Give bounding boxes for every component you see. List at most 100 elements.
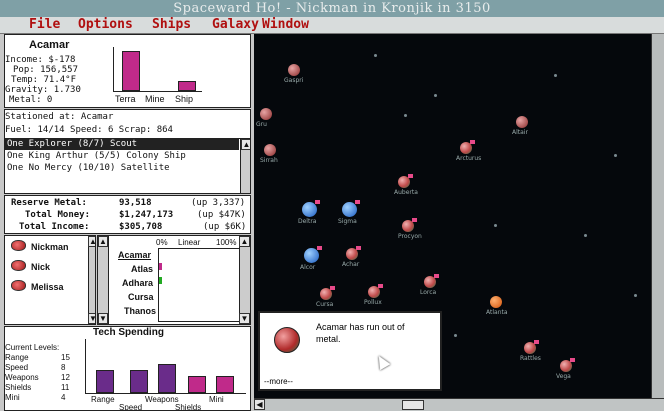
- scroll-up-arrow-icon[interactable]: ▲: [98, 236, 108, 247]
- planet-list-item[interactable]: Cursa: [128, 292, 154, 302]
- total-money-change: (up $47K): [197, 210, 246, 220]
- planet-list-item[interactable]: Adhara: [122, 278, 153, 288]
- planet-sigma[interactable]: [342, 202, 357, 217]
- ship-row[interactable]: One Explorer (8/7) Scout: [5, 139, 239, 150]
- map-vertical-scrollbar[interactable]: [651, 34, 664, 398]
- tech-level-value: 12: [61, 373, 70, 382]
- planet-sirrah[interactable]: [264, 144, 276, 156]
- total-income-value: $305,708: [119, 222, 163, 232]
- tech-level-name: Mini: [5, 393, 20, 402]
- planet-label: Pollux: [364, 299, 382, 306]
- terra-bar[interactable]: [122, 51, 140, 91]
- cursor-arrow-icon: [373, 352, 391, 371]
- scroll-thumb[interactable]: [402, 400, 424, 410]
- planet-list-item[interactable]: Thanos: [124, 306, 156, 316]
- current-levels-label: Current Levels:: [5, 343, 60, 352]
- ownership-flag-icon: [330, 286, 335, 290]
- ownership-flag-icon: [408, 174, 413, 178]
- ship-row[interactable]: One King Arthur (5/5) Colony Ship: [5, 151, 239, 162]
- scroll-up-arrow-icon[interactable]: ▲: [241, 139, 250, 150]
- tech-bar[interactable]: [130, 370, 148, 393]
- players-scrollbar[interactable]: ▲ ▼: [88, 236, 95, 324]
- planet-alcor[interactable]: [304, 248, 319, 263]
- player-name[interactable]: Nickman: [31, 242, 69, 252]
- ownership-flag-icon: [434, 274, 439, 278]
- tech-level-name: Range: [5, 353, 29, 362]
- tech-bar[interactable]: [216, 376, 234, 393]
- planet-label: Gaspri: [284, 77, 304, 84]
- players-panel: Nickman Nick Melissa ▲ ▼: [4, 235, 96, 325]
- scroll-down-arrow-icon[interactable]: ▼: [239, 313, 250, 324]
- menu-window-label: Window: [262, 17, 309, 32]
- planet-pop: Pop: 156,557: [13, 65, 79, 75]
- tech-bar[interactable]: [188, 376, 206, 393]
- planet-label: Vega: [556, 373, 571, 380]
- menu-ships[interactable]: Ships: [152, 17, 191, 33]
- scroll-down-arrow-icon[interactable]: ▼: [98, 313, 108, 324]
- tech-level-value: 11: [61, 383, 70, 392]
- planet-label: Lorca: [420, 289, 437, 296]
- reserve-metal-change: (up 3,337): [191, 198, 246, 208]
- planet-label: Atlanta: [486, 309, 508, 316]
- ownership-flag-icon: [355, 200, 360, 204]
- ship-row[interactable]: One No Mercy (10/10) Satellite: [5, 163, 239, 174]
- planet-label: Achar: [342, 261, 360, 268]
- fleet-stationed: Stationed at: Acamar: [5, 112, 114, 122]
- total-income-change: (up $6K): [203, 222, 247, 232]
- planet-icon: [274, 327, 300, 353]
- scroll-up-arrow-icon[interactable]: ▲: [88, 236, 95, 247]
- menu-options-label: Options: [78, 17, 133, 32]
- ownership-flag-icon: [412, 218, 417, 222]
- planet-list-item[interactable]: Atlas: [131, 264, 153, 274]
- tech-spending-chart: [85, 339, 246, 394]
- menu-galaxy-label: Galaxy: [212, 17, 259, 32]
- planet-atlanta[interactable]: [490, 296, 502, 308]
- message-more[interactable]: --more--: [264, 377, 293, 386]
- planet-altair[interactable]: [516, 116, 528, 128]
- ownership-flag-icon: [315, 200, 320, 204]
- star-icon: [584, 234, 587, 237]
- player-name[interactable]: Melissa: [31, 282, 64, 292]
- tech-bar-label: Speed: [119, 403, 143, 411]
- player-name[interactable]: Nick: [31, 262, 50, 272]
- star-icon: [494, 224, 497, 227]
- tech-bar-label: Range: [91, 395, 115, 404]
- planet-list-item[interactable]: Acamar: [118, 250, 151, 260]
- tech-bar[interactable]: [158, 364, 176, 393]
- tech-bar[interactable]: [96, 370, 114, 393]
- header-linear[interactable]: Linear: [178, 238, 200, 248]
- planet-progress-area: [158, 248, 240, 322]
- menu-options[interactable]: Options: [78, 17, 133, 33]
- menu-bar: File Options Ships Galaxy Window: [0, 17, 664, 34]
- message-box[interactable]: Acamar has run out of metal. --more--: [258, 311, 442, 391]
- player-ship-icon: [11, 280, 26, 291]
- bar-label-mine: Mine: [145, 94, 165, 104]
- planet-label: Sirrah: [260, 157, 278, 164]
- menu-window[interactable]: Window: [262, 17, 309, 33]
- map-horizontal-scrollbar[interactable]: ◀: [254, 398, 664, 411]
- star-icon: [634, 294, 637, 297]
- planet-label: Gru: [256, 121, 267, 128]
- planet-allocation-chart: [113, 47, 202, 92]
- total-income-label: Total Income:: [19, 222, 90, 232]
- planet-gaspri[interactable]: [288, 64, 300, 76]
- ship-bar[interactable]: [178, 81, 196, 91]
- scroll-down-arrow-icon[interactable]: ▼: [88, 313, 95, 324]
- menu-galaxy[interactable]: Galaxy: [212, 17, 259, 33]
- star-icon: [454, 334, 457, 337]
- tech-bar-label: Mini: [209, 395, 224, 404]
- planet-gru[interactable]: [260, 108, 272, 120]
- planet-list-scrollbar[interactable]: ▲ ▼: [98, 236, 109, 324]
- menu-ships-label: Ships: [152, 17, 192, 32]
- bar-label-terra: Terra: [115, 94, 136, 104]
- header-pct0: 0%: [156, 238, 168, 247]
- planet-temp: Temp: 71.4°F: [11, 75, 77, 85]
- menu-file[interactable]: File: [29, 17, 60, 33]
- ship-list-scrollbar[interactable]: ▲: [240, 139, 250, 193]
- planet-label: Alcor: [300, 264, 316, 271]
- planet-list-scrollbar-right[interactable]: ▲ ▼: [239, 236, 250, 324]
- planet-deltra[interactable]: [302, 202, 317, 217]
- scroll-left-arrow-icon[interactable]: ◀: [254, 399, 265, 410]
- ownership-flag-icon: [378, 284, 383, 288]
- scroll-up-arrow-icon[interactable]: ▲: [239, 236, 250, 247]
